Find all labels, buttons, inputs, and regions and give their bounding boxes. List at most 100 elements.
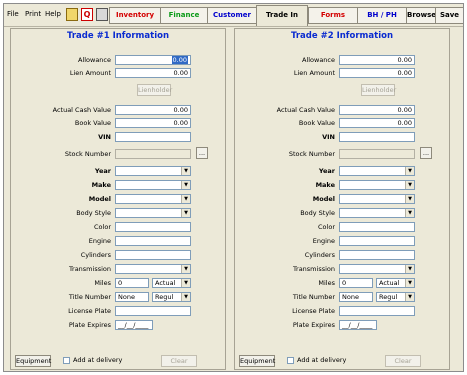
trade2-title: Trade #2 Information [291, 31, 393, 41]
transmission-label: Transmission [69, 265, 111, 273]
trade1-year-select[interactable]: ▼ [115, 166, 191, 176]
title-number-label: Title Number [68, 293, 111, 301]
menu-bar: File Print Help Q Inventory Finance Custom… [4, 4, 463, 27]
trade2-allowance-input[interactable]: 0.00 [339, 55, 415, 65]
miles-type-value: Actual [379, 279, 400, 287]
trade1-lienholder-button[interactable]: Lienholder [137, 84, 172, 96]
miles-type-value: Actual [155, 279, 176, 287]
chevron-down-icon[interactable]: ▼ [181, 265, 190, 273]
trade1-transmission-select[interactable]: ▼ [115, 264, 191, 274]
title-type-value: Regul [155, 293, 174, 301]
trade2-lienholder-button[interactable]: Lienholder [361, 84, 396, 96]
tab-inventory[interactable]: Inventory [109, 7, 161, 24]
book-value-label: Book Value [74, 119, 111, 127]
trade1-stock-lookup-button[interactable]: ... [196, 147, 208, 159]
trade2-equipment-button[interactable]: Equipment [239, 355, 275, 367]
trade1-allowance-input[interactable]: 0.00 [115, 55, 191, 65]
folder-icon[interactable] [66, 8, 78, 21]
trade1-add-at-delivery-checkbox[interactable] [63, 357, 70, 364]
trade2-license-plate-input[interactable] [339, 306, 415, 316]
chevron-down-icon[interactable]: ▼ [405, 195, 414, 203]
vin-label: VIN [322, 133, 335, 141]
trade1-book-value-input[interactable]: 0.00 [115, 118, 191, 128]
chevron-down-icon[interactable]: ▼ [405, 209, 414, 217]
trade1-body-style-select[interactable]: ▼ [115, 208, 191, 218]
trade2-clear-button[interactable]: Clear [385, 355, 421, 367]
title-number-label: Title Number [292, 293, 335, 301]
chevron-down-icon[interactable]: ▼ [181, 279, 190, 287]
trade2-title-type-select[interactable]: Regul ▼ [376, 292, 415, 302]
trade1-plate-expires-input[interactable]: __/__/____ [115, 320, 153, 330]
menu-print[interactable]: Print [25, 10, 41, 18]
chevron-down-icon[interactable]: ▼ [181, 167, 190, 175]
trade1-acv-input[interactable]: 0.00 [115, 105, 191, 115]
chevron-down-icon[interactable]: ▼ [181, 195, 190, 203]
trade1-stock-number-input[interactable] [115, 149, 191, 159]
trade2-body-style-select[interactable]: ▼ [339, 208, 415, 218]
make-label: Make [315, 181, 335, 189]
trade1-miles-type-select[interactable]: Actual ▼ [152, 278, 191, 288]
chevron-down-icon[interactable]: ▼ [181, 209, 190, 217]
tab-browse[interactable]: Browse [406, 7, 436, 24]
menu-file[interactable]: File [7, 10, 19, 18]
app-window: File Print Help Q Inventory Finance Custom… [3, 3, 464, 372]
tab-trade-in[interactable]: Trade In [256, 5, 308, 26]
color-label: Color [94, 223, 111, 231]
trade1-panel: Trade #1 Information Allowance 0.00 Lien… [10, 28, 226, 370]
trade2-plate-expires-input[interactable]: __/__/____ [339, 320, 377, 330]
trade2-make-select[interactable]: ▼ [339, 180, 415, 190]
acv-label: Actual Cash Value [52, 106, 111, 114]
chevron-down-icon[interactable]: ▼ [181, 293, 190, 301]
printer-icon[interactable] [96, 8, 108, 21]
stock-number-label: Stock Number [64, 150, 111, 158]
trade2-book-value-input[interactable]: 0.00 [339, 118, 415, 128]
chevron-down-icon[interactable]: ▼ [405, 181, 414, 189]
trade1-equipment-button[interactable]: Equipment [15, 355, 51, 367]
tab-save[interactable]: Save [435, 7, 463, 24]
tab-finance[interactable]: Finance [160, 7, 208, 24]
trade1-vin-input[interactable] [115, 132, 191, 142]
trade1-license-plate-input[interactable] [115, 306, 191, 316]
trade2-miles-type-select[interactable]: Actual ▼ [376, 278, 415, 288]
chevron-down-icon[interactable]: ▼ [181, 181, 190, 189]
trade2-add-at-delivery-checkbox[interactable] [287, 357, 294, 364]
trade1-title-type-select[interactable]: Regul ▼ [152, 292, 191, 302]
trade1-make-select[interactable]: ▼ [115, 180, 191, 190]
trade2-lien-amount-input[interactable]: 0.00 [339, 68, 415, 78]
trade2-color-input[interactable] [339, 222, 415, 232]
chevron-down-icon[interactable]: ▼ [405, 293, 414, 301]
engine-label: Engine [312, 237, 335, 245]
trade2-title-number-input[interactable]: None [339, 292, 373, 302]
chevron-down-icon[interactable]: ▼ [405, 279, 414, 287]
trade2-stock-number-input[interactable] [339, 149, 415, 159]
trade2-stock-lookup-button[interactable]: ... [420, 147, 432, 159]
trade2-model-select[interactable]: ▼ [339, 194, 415, 204]
trade1-color-input[interactable] [115, 222, 191, 232]
chevron-down-icon[interactable]: ▼ [405, 265, 414, 273]
trade1-title-number-input[interactable]: None [115, 292, 149, 302]
tab-forms[interactable]: Forms [308, 7, 358, 24]
trade1-clear-button[interactable]: Clear [161, 355, 197, 367]
trade2-miles-input[interactable]: 0 [339, 278, 373, 288]
tab-customer[interactable]: Customer [207, 7, 257, 24]
chevron-down-icon[interactable]: ▼ [405, 167, 414, 175]
trade1-engine-input[interactable] [115, 236, 191, 246]
allowance-label: Allowance [301, 56, 335, 64]
trade1-model-select[interactable]: ▼ [115, 194, 191, 204]
quit-icon[interactable]: Q [81, 8, 93, 21]
trade2-year-select[interactable]: ▼ [339, 166, 415, 176]
tab-bh-ph[interactable]: BH / PH [357, 7, 407, 24]
trade2-acv-input[interactable]: 0.00 [339, 105, 415, 115]
trade2-vin-input[interactable] [339, 132, 415, 142]
trade2-transmission-select[interactable]: ▼ [339, 264, 415, 274]
make-label: Make [91, 181, 111, 189]
trade1-lien-amount-input[interactable]: 0.00 [115, 68, 191, 78]
lien-amount-label: Lien Amount [69, 69, 111, 77]
trade1-cylinders-input[interactable] [115, 250, 191, 260]
menu-help[interactable]: Help [45, 10, 61, 18]
trade2-cylinders-input[interactable] [339, 250, 415, 260]
book-value-label: Book Value [298, 119, 335, 127]
trade1-miles-input[interactable]: 0 [115, 278, 149, 288]
year-label: Year [94, 167, 111, 175]
trade2-engine-input[interactable] [339, 236, 415, 246]
